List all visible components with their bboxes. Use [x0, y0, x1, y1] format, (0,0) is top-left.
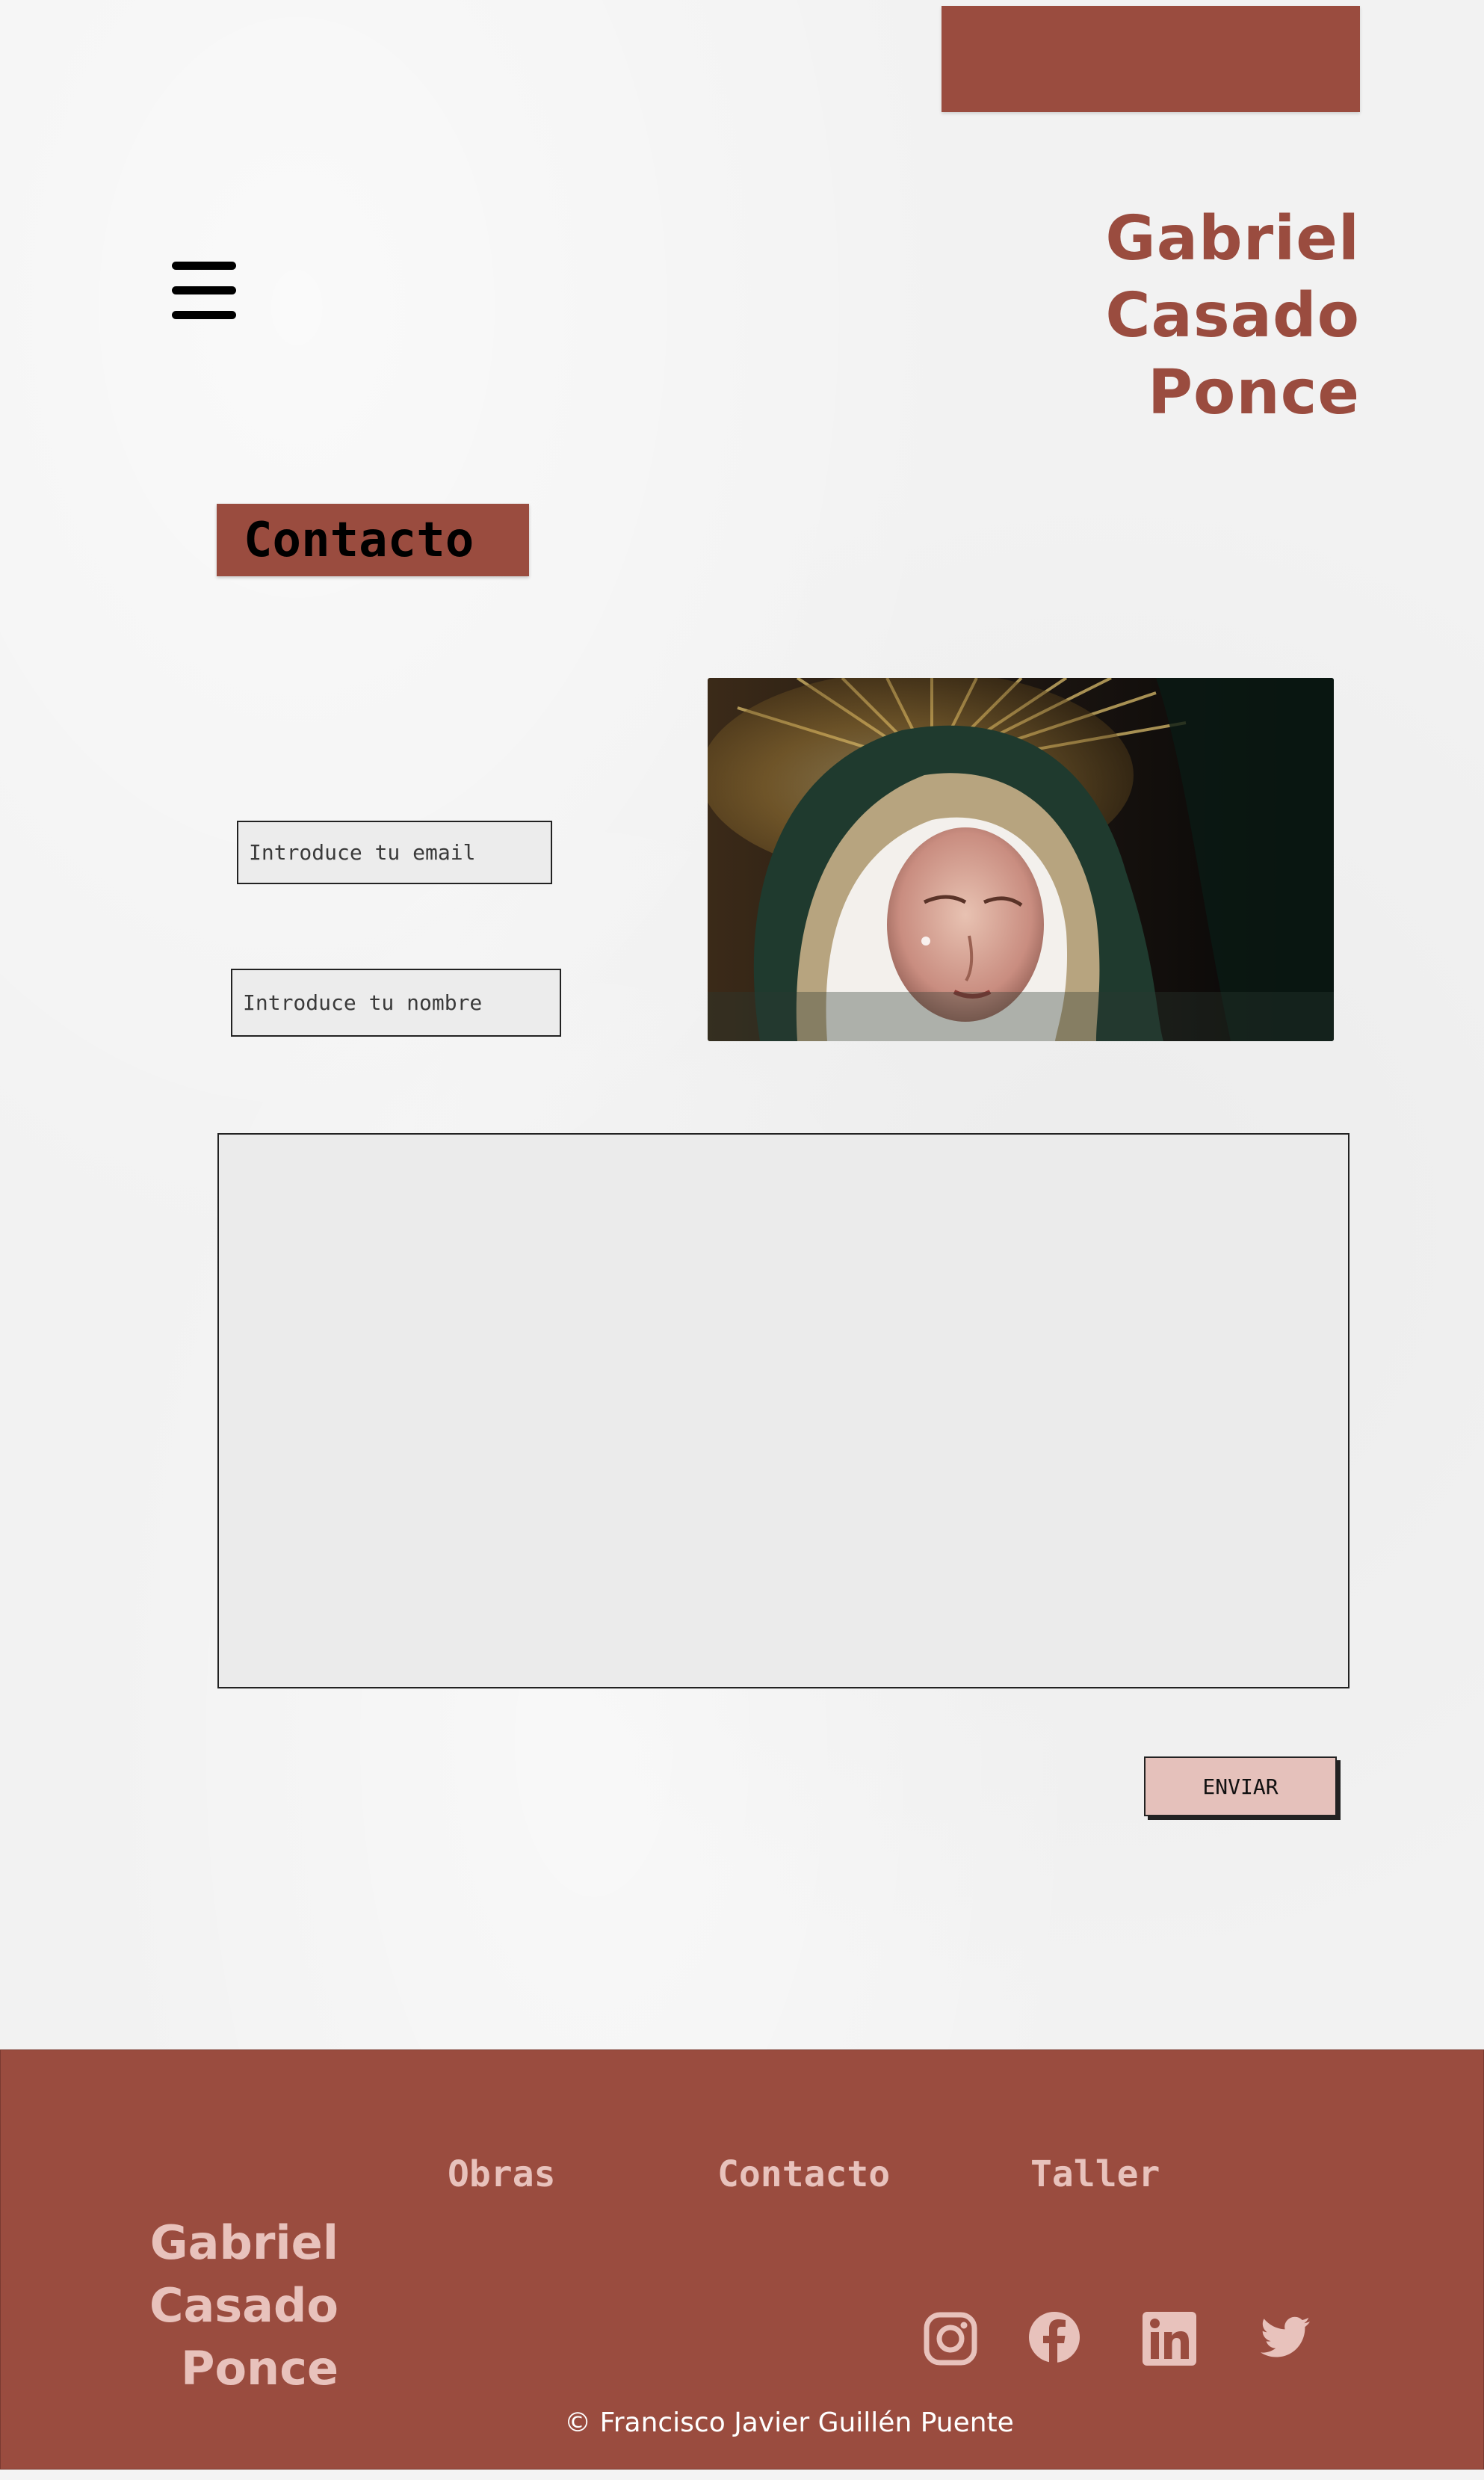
footer-link-contacto[interactable]: Contacto — [717, 2153, 890, 2195]
email-field[interactable] — [237, 821, 552, 884]
footer-brand-line: Casado — [149, 2278, 338, 2333]
linkedin-icon[interactable] — [1141, 2310, 1198, 2367]
virgin-statue-photo — [708, 678, 1334, 1041]
top-banner — [942, 6, 1360, 112]
copyright-text: © Francisco Javier Guillén Puente — [564, 2407, 1014, 2438]
footer-link-taller[interactable]: Taller — [1030, 2153, 1160, 2195]
footer-brand[interactable]: Gabriel Casado Ponce — [120, 2212, 338, 2400]
facebook-icon[interactable] — [1026, 2310, 1083, 2367]
twitter-icon[interactable] — [1256, 2310, 1313, 2367]
message-textarea[interactable] — [217, 1133, 1349, 1688]
site-footer: Obras Contacto Taller Gabriel Casado Pon… — [0, 2049, 1484, 2470]
page-title: Contacto — [244, 513, 474, 568]
footer-brand-line: Ponce — [181, 2341, 338, 2396]
footer-link-obras[interactable]: Obras — [448, 2153, 556, 2195]
instagram-icon[interactable] — [922, 2310, 979, 2367]
footer-brand-line: Gabriel — [149, 2215, 338, 2270]
section-title-box: Contacto — [217, 504, 529, 576]
submit-button[interactable]: ENVIAR — [1144, 1756, 1337, 1816]
site-title-line: Gabriel — [1105, 203, 1360, 274]
site-title-line: Casado — [1105, 280, 1360, 351]
hamburger-menu-icon[interactable] — [172, 262, 236, 320]
site-title-line: Ponce — [1147, 357, 1360, 428]
site-title[interactable]: Gabriel Casado Ponce — [971, 200, 1360, 431]
name-field[interactable] — [231, 969, 561, 1037]
